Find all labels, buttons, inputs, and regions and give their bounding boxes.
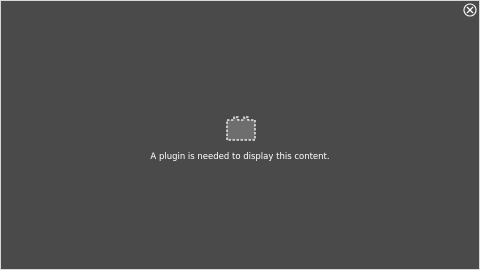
missing-plugin-placeholder[interactable]: A plugin is needed to display this conte… [0, 0, 480, 270]
close-circle-icon [463, 3, 477, 17]
plugin-message: A plugin is needed to display this conte… [150, 152, 330, 162]
plugin-block-icon [224, 115, 258, 142]
close-button[interactable] [463, 3, 477, 17]
